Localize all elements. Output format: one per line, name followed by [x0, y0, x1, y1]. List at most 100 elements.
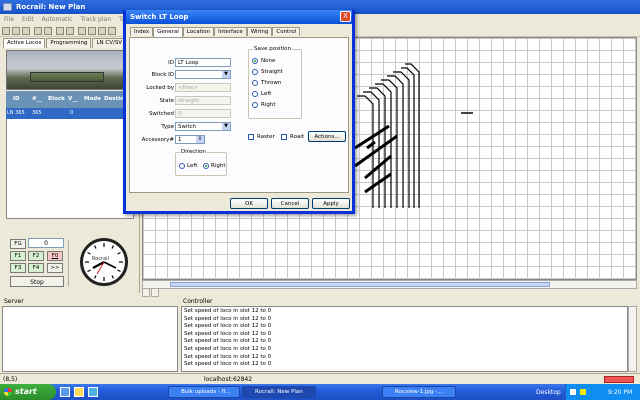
save-thrown-radio[interactable] — [252, 80, 258, 86]
switched-label: Switched — [148, 111, 174, 117]
state-field: straight — [175, 96, 231, 105]
log-line: Set speed of loco in slot 12 to 0 — [184, 323, 272, 330]
power-icon[interactable] — [22, 27, 30, 35]
zoom-icon[interactable] — [78, 27, 86, 35]
layout-icon[interactable] — [108, 27, 116, 35]
save-icon[interactable] — [12, 27, 20, 35]
accessory-stepper[interactable]: 1 ⇕ — [175, 135, 205, 144]
task-bulk-uploads[interactable]: Bulk uploads - fl... — [168, 386, 240, 398]
clock-icon[interactable] — [66, 27, 74, 35]
table-row[interactable]: LN 365 365 0 — [6, 108, 134, 119]
menu-automatic[interactable]: Automatic — [38, 14, 77, 23]
block-id-select[interactable]: ▼ — [175, 70, 231, 79]
cell-v: 0 — [70, 110, 74, 116]
col-v[interactable]: V__ — [68, 96, 78, 102]
close-icon[interactable]: X — [340, 11, 351, 22]
task-rocrail[interactable]: Rocrail: New Plan — [242, 386, 316, 398]
loco-list[interactable] — [6, 119, 134, 219]
controller-log[interactable]: Set speed of loco in slot 12 to 0 Set sp… — [181, 306, 628, 372]
tab-general[interactable]: General — [153, 27, 183, 37]
save-position-title: Save position — [253, 46, 293, 52]
direction-right-label: Right — [211, 163, 226, 169]
plan-tab-2[interactable] — [151, 289, 159, 297]
dialog-tabs: Index General Location Interface Wiring Contr… — [130, 27, 350, 37]
f4-button[interactable]: F4 — [28, 263, 44, 273]
dialog-title: Switch LT Loop — [126, 10, 352, 24]
tab-index[interactable]: Index — [130, 27, 154, 36]
speed-field[interactable]: 0 — [28, 238, 64, 248]
status-coords: (8,5) — [3, 376, 18, 383]
ok-button[interactable]: OK — [230, 198, 268, 209]
type-select[interactable]: Switch ▼ — [175, 122, 231, 131]
loco-image — [6, 50, 134, 90]
auto-icon[interactable] — [34, 27, 42, 35]
status-bar: (8,5) localhost:62842 — [0, 373, 640, 384]
desktop-toolbar-label[interactable]: Desktop — [536, 389, 561, 396]
actions-button[interactable]: Actions... — [308, 131, 346, 142]
status-host: localhost:62842 — [204, 376, 253, 383]
log-scrollbar[interactable] — [628, 306, 637, 372]
cell-id: LN 365 — [7, 110, 25, 116]
tab-ln-cv-sv[interactable]: LN CV/SV — [92, 38, 127, 48]
help-icon[interactable] — [98, 27, 106, 35]
tray-network-icon[interactable] — [570, 389, 576, 395]
block-id-label: Block ID — [151, 72, 174, 78]
tab-wiring[interactable]: Wiring — [246, 27, 273, 36]
col-mode[interactable]: Mode — [84, 96, 101, 102]
more-functions-button[interactable]: >> — [47, 263, 63, 273]
col-block[interactable]: Block — [48, 96, 65, 102]
save-none-radio[interactable] — [252, 58, 258, 64]
tray-volume-icon[interactable] — [580, 389, 586, 395]
f0-button[interactable]: F0 — [47, 251, 63, 261]
col-id[interactable]: ID — [13, 96, 20, 102]
tab-active-locos[interactable]: Active Locos — [3, 38, 46, 48]
f3-button[interactable]: F3 — [10, 263, 26, 273]
col-number[interactable]: #__ — [32, 96, 42, 102]
menu-file[interactable]: File — [0, 14, 18, 23]
plan-tab-1[interactable] — [142, 289, 150, 297]
save-left-radio[interactable] — [252, 91, 258, 97]
switched-field: 0 — [175, 109, 231, 118]
apply-button[interactable]: Apply — [312, 198, 350, 209]
log-line: Set speed of loco in slot 12 to 0 — [184, 338, 272, 345]
save-right-radio[interactable] — [252, 102, 258, 108]
task-rocview-jpg[interactable]: Rocview-1.jpg -... — [382, 386, 456, 398]
road-checkbox[interactable] — [281, 134, 287, 140]
tab-programming[interactable]: Programming — [46, 38, 92, 48]
tab-location[interactable]: Location — [182, 27, 215, 36]
id-field[interactable]: LT Loop — [175, 58, 231, 67]
go-icon[interactable] — [44, 27, 52, 35]
tab-control[interactable]: Control — [272, 27, 301, 36]
road-label: Road — [290, 134, 304, 140]
clock-icon — [80, 238, 128, 286]
quicklaunch-desktop-icon[interactable] — [60, 387, 70, 397]
tab-interface[interactable]: Interface — [214, 27, 247, 36]
raster-checkbox[interactable] — [248, 134, 254, 140]
col-destination[interactable]: Destin — [104, 96, 124, 102]
f1-button[interactable]: F1 — [10, 251, 26, 261]
speed-slider[interactable] — [68, 240, 74, 286]
stop-icon[interactable] — [56, 27, 64, 35]
server-log[interactable] — [2, 306, 178, 372]
spin-arrows-icon[interactable]: ⇕ — [196, 136, 204, 143]
chevron-down-icon: ▼ — [222, 123, 230, 130]
open-icon[interactable] — [2, 27, 10, 35]
cancel-button[interactable]: Cancel — [271, 198, 309, 209]
stop-button[interactable]: Stop — [10, 276, 64, 287]
scrollbar-thumb[interactable] — [170, 282, 550, 287]
menu-track-plan[interactable]: Track plan — [76, 14, 115, 23]
f2-button[interactable]: F2 — [28, 251, 44, 261]
quicklaunch-browser-icon[interactable] — [88, 387, 98, 397]
info-icon[interactable] — [88, 27, 96, 35]
log-line: Set speed of loco in slot 12 to 0 — [184, 361, 272, 368]
save-straight-radio[interactable] — [252, 69, 258, 75]
direction-group: Direction Left Right — [175, 149, 227, 176]
menu-edit[interactable]: Edit — [18, 14, 38, 23]
switch-dialog: Switch LT Loop X Index General Location Int… — [123, 10, 355, 214]
log-line: Set speed of loco in slot 12 to 0 — [184, 353, 272, 360]
quicklaunch-folder-icon[interactable] — [74, 387, 84, 397]
direction-right-radio[interactable] — [203, 163, 209, 169]
windows-logo-icon — [4, 388, 12, 396]
direction-left-radio[interactable] — [179, 163, 185, 169]
fg-button[interactable]: FG — [10, 239, 26, 249]
